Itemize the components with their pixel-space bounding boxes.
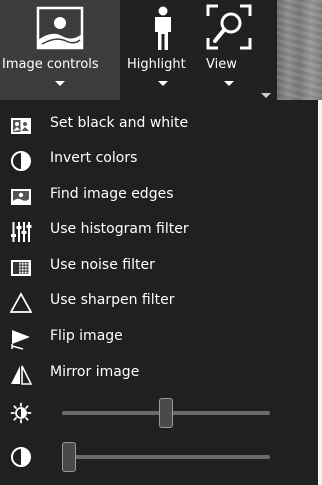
menu-item-set-black-and-white[interactable]: Set black and white [0, 108, 318, 143]
brightness-slider-thumb[interactable] [159, 398, 173, 428]
view-label: View [206, 57, 237, 72]
menu-item-label: Find image edges [50, 186, 174, 202]
menu-item-label: Use histogram filter [50, 221, 189, 237]
menu-item-label: Flip image [50, 328, 123, 344]
image-controls-caret-icon [55, 81, 65, 86]
contrast-slider-row [0, 439, 318, 475]
invert-colors-icon [11, 151, 31, 171]
image-controls-icon [36, 6, 84, 50]
menu-edge [318, 100, 322, 485]
view-button[interactable]: View [200, 0, 252, 100]
menu-item-use-histogram-filter[interactable]: Use histogram filter [0, 214, 318, 249]
menu-item-find-image-edges[interactable]: Find image edges [0, 179, 318, 214]
black-white-icon [11, 118, 31, 134]
contrast-slider-thumb[interactable] [62, 442, 76, 472]
toolbar: Image controls Highlight View [0, 0, 277, 100]
menu-item-label: Mirror image [50, 364, 140, 380]
menu-item-flip-image[interactable]: Flip image [0, 321, 318, 356]
menu-item-use-noise-filter[interactable]: Use noise filter [0, 250, 318, 285]
search-view-icon [206, 4, 252, 50]
brightness-slider-row [0, 395, 318, 431]
mirror-image-icon [11, 365, 32, 385]
overflow-caret-icon[interactable] [261, 93, 271, 98]
image-controls-label: Image controls [2, 57, 99, 72]
image-edges-icon [11, 189, 31, 205]
menu-item-label: Use sharpen filter [50, 292, 175, 308]
menu-item-invert-colors[interactable]: Invert colors [0, 143, 318, 178]
contrast-slider-track[interactable] [62, 455, 270, 459]
background-photo [277, 0, 322, 100]
image-controls-button[interactable]: Image controls [0, 0, 120, 100]
histogram-filter-icon [11, 222, 32, 242]
menu-item-use-sharpen-filter[interactable]: Use sharpen filter [0, 285, 318, 320]
highlight-caret-icon [158, 81, 168, 86]
contrast-icon [11, 447, 31, 467]
noise-filter-icon [11, 260, 31, 276]
menu-item-mirror-image[interactable]: Mirror image [0, 357, 318, 392]
highlight-label: Highlight [127, 57, 186, 72]
highlight-button[interactable]: Highlight [120, 0, 206, 100]
flip-image-icon [11, 330, 30, 350]
person-icon [155, 6, 171, 50]
sharpen-filter-icon [10, 292, 32, 313]
view-caret-icon [224, 81, 234, 86]
menu-item-label: Set black and white [50, 115, 189, 131]
menu-item-label: Invert colors [50, 150, 138, 166]
menu-item-label: Use noise filter [50, 257, 155, 273]
brightness-icon [10, 402, 32, 424]
